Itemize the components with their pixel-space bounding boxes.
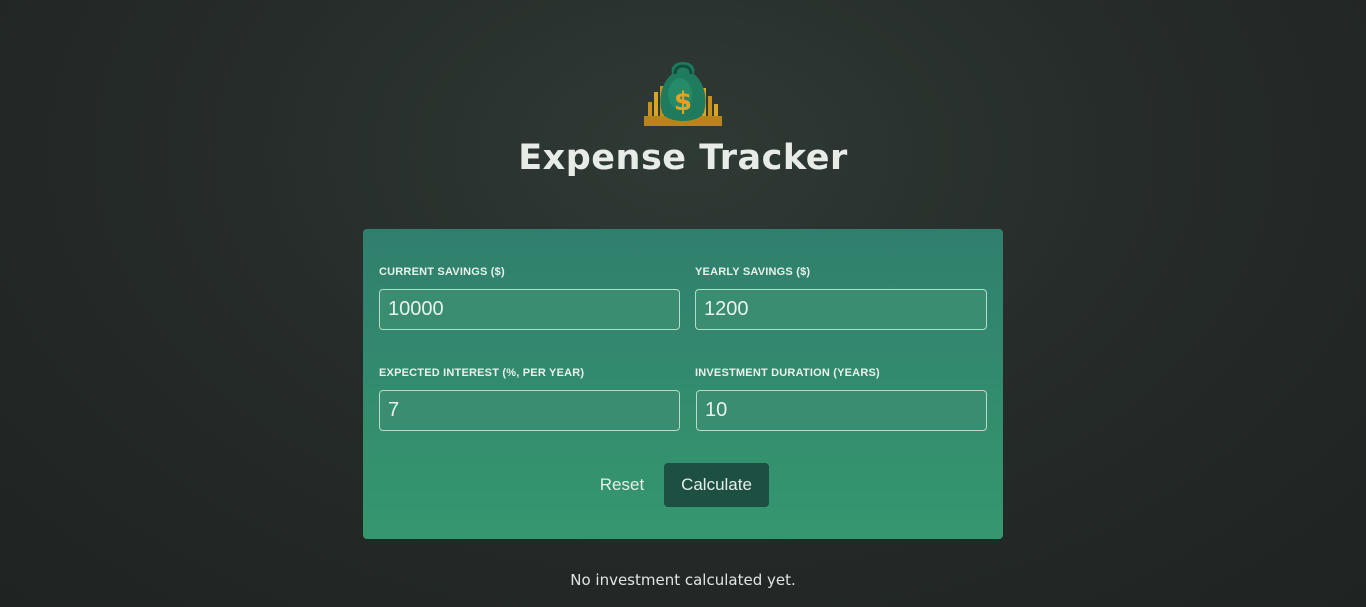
investment-form: Current Savings ($) Yearly Savings ($) E… bbox=[363, 229, 1003, 539]
money-bag-icon: $ bbox=[644, 62, 722, 126]
investment-duration-input[interactable] bbox=[696, 390, 987, 431]
expected-interest-label: Expected Interest (%, per year) bbox=[379, 367, 585, 379]
expected-interest-input[interactable] bbox=[379, 390, 680, 431]
header: $ Expense Tracker bbox=[0, 58, 1366, 178]
reset-button[interactable]: Reset bbox=[593, 463, 651, 507]
page-title: Expense Tracker bbox=[518, 138, 848, 178]
current-savings-input[interactable] bbox=[379, 289, 680, 330]
status-message: No investment calculated yet. bbox=[570, 571, 796, 589]
current-savings-label: Current Savings ($) bbox=[379, 266, 505, 278]
calculate-button[interactable]: Calculate bbox=[664, 463, 769, 507]
yearly-savings-input[interactable] bbox=[695, 289, 987, 330]
svg-text:$: $ bbox=[674, 87, 692, 117]
investment-duration-label: Investment Duration (years) bbox=[695, 367, 880, 379]
yearly-savings-label: Yearly Savings ($) bbox=[695, 266, 811, 278]
